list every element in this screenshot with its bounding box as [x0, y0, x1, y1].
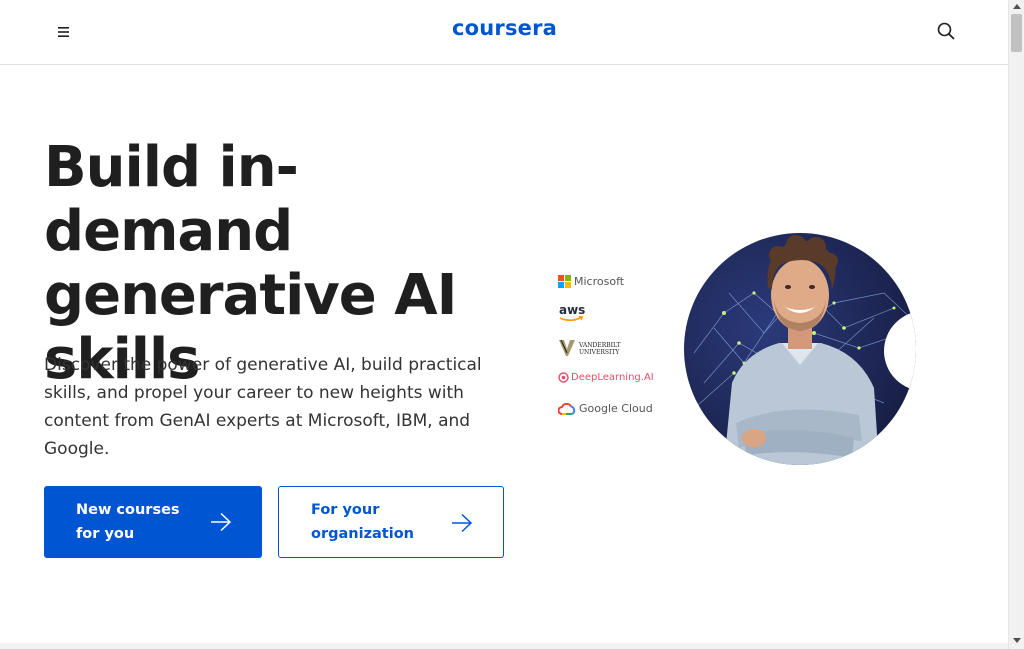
microsoft-icon	[558, 275, 571, 288]
arrow-right-icon	[452, 513, 473, 533]
menu-button[interactable]	[50, 18, 78, 46]
hamburger-icon	[58, 27, 69, 37]
new-courses-button-label: New courses for you	[76, 502, 180, 542]
aws-label: aws	[559, 303, 585, 317]
vanderbilt-label-1: VANDERBILT	[578, 342, 621, 349]
vanderbilt-label-2: UNIVERSITY	[579, 349, 620, 356]
vanderbilt-icon: VANDERBILT UNIVERSITY	[559, 339, 621, 356]
aws-logo: aws	[558, 302, 586, 324]
next-section-edge	[0, 643, 1008, 649]
microsoft-label: Microsoft	[574, 275, 625, 288]
hero-description: Discover the power of generative AI, bui…	[44, 355, 482, 459]
new-courses-button[interactable]: New courses for you	[44, 486, 262, 558]
deeplearning-logo: DeepLearning.AI	[558, 372, 654, 383]
for-organization-button-label: For your organization	[311, 502, 414, 542]
vanderbilt-logo: VANDERBILT UNIVERSITY	[558, 339, 628, 357]
search-button[interactable]	[932, 17, 960, 45]
coursera-logo[interactable]: coursera	[452, 16, 557, 40]
page: coursera Build in-demand generative AI s…	[0, 0, 1008, 649]
page-scrollbar[interactable]	[1008, 0, 1024, 649]
scroll-thumb[interactable]	[1011, 14, 1022, 52]
aws-icon: aws	[559, 303, 585, 322]
microsoft-logo: Microsoft	[558, 275, 624, 288]
deeplearning-icon	[558, 372, 569, 383]
google-cloud-icon	[558, 402, 576, 415]
search-icon	[937, 22, 955, 40]
google-cloud-label: Google Cloud	[579, 402, 653, 415]
google-cloud-logo: Google Cloud	[558, 402, 653, 415]
arrow-right-icon	[211, 512, 232, 532]
scroll-up-arrow-icon[interactable]	[1013, 4, 1021, 9]
hero-portrait-image	[684, 233, 916, 465]
top-nav: coursera	[0, 0, 1008, 65]
for-organization-button[interactable]: For your organization	[278, 486, 504, 558]
scroll-down-arrow-icon[interactable]	[1013, 638, 1021, 643]
deeplearning-label: DeepLearning.AI	[571, 372, 654, 383]
